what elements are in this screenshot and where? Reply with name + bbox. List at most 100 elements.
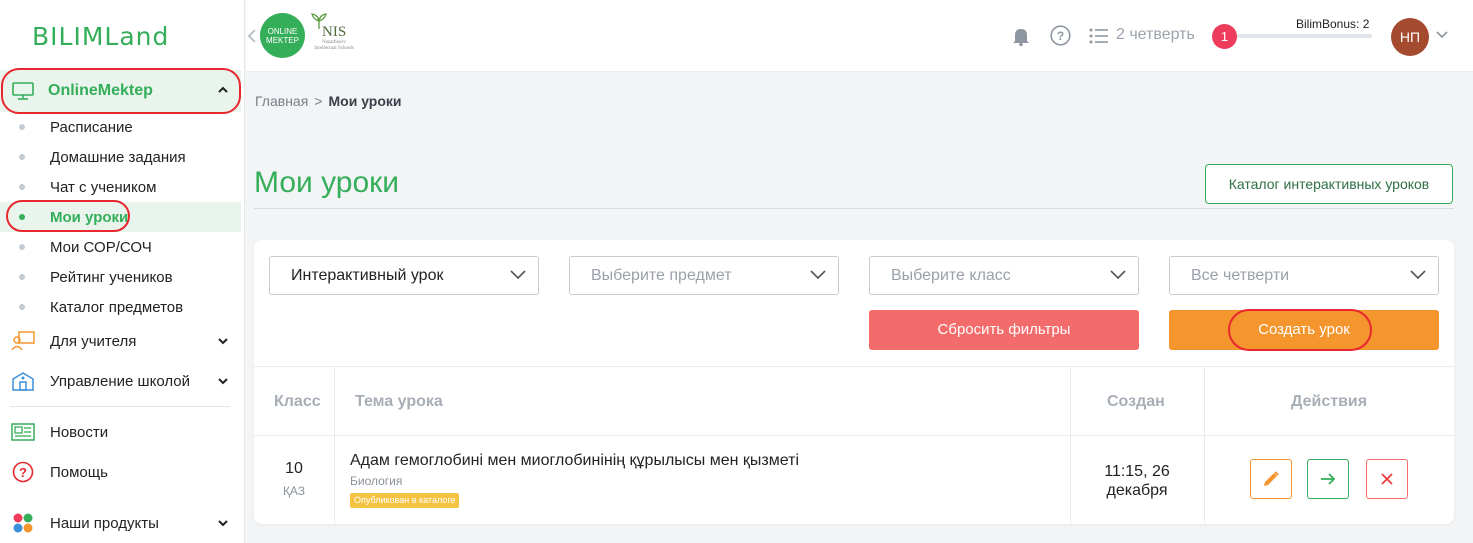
bullet-icon [19, 154, 25, 160]
reset-filters-button[interactable]: Сбросить фильтры [869, 310, 1139, 350]
sidebar-item-onlinemektep[interactable]: OnlineMektep [0, 70, 241, 112]
chevron-down-icon [218, 338, 228, 345]
avatar[interactable]: НП [1391, 18, 1429, 56]
edit-lesson-button[interactable] [1250, 459, 1292, 499]
create-lesson-button[interactable]: Создать урок [1169, 310, 1439, 350]
page-title: Мои уроки [254, 166, 400, 199]
row-created-date: декабря [1106, 482, 1168, 499]
svg-text:?: ? [1057, 29, 1064, 43]
interactive-lessons-catalog-button[interactable]: Каталог интерактивных уроков [1205, 164, 1453, 204]
help-circle-icon[interactable]: ? [1050, 25, 1071, 46]
list-icon[interactable] [1089, 28, 1109, 44]
quarter-select[interactable]: Все четверти [1169, 256, 1439, 295]
column-divider [1070, 366, 1071, 524]
pencil-icon [1264, 471, 1279, 486]
bullet-icon [19, 124, 25, 130]
sidebar-item-our-products[interactable]: Наши продукты [0, 506, 241, 540]
sidebar-item-label: Мои уроки [50, 208, 129, 226]
bullet-icon [19, 274, 25, 280]
sidebar-item-label: Наши продукты [50, 514, 159, 532]
chevron-up-icon [218, 86, 228, 93]
sidebar-item-label: Рейтинг учеников [50, 268, 173, 286]
nis-logo-text: NIS [322, 24, 347, 40]
lessons-card: Интерактивный урок Выберите предмет Выбе… [254, 240, 1454, 524]
row-created: 11:15, 26 декабря [1070, 462, 1204, 500]
chevron-down-icon [810, 270, 826, 280]
chevron-down-icon[interactable] [1436, 30, 1448, 40]
sidebar-item-label: Каталог предметов [50, 298, 184, 316]
row-topic[interactable]: Адам гемоглобині мен миоглобинінің құрыл… [350, 452, 799, 470]
row-language: ҚАЗ [282, 484, 306, 498]
sidebar-item-my-lessons[interactable]: Мои уроки [0, 202, 241, 232]
select-value: Интерактивный урок [291, 267, 444, 284]
sidebar-item-sor-soch[interactable]: Мои СОР/СОЧ [0, 232, 241, 262]
sidebar-item-news[interactable]: Новости [0, 415, 241, 449]
bullet-icon [19, 214, 25, 220]
sidebar-item-schedule[interactable]: Расписание [0, 112, 241, 142]
select-value: Все четверти [1191, 267, 1290, 284]
select-placeholder: Выберите предмет [591, 267, 732, 284]
sidebar-item-subject-catalog[interactable]: Каталог предметов [0, 292, 241, 322]
sidebar-item-label: Мои СОР/СОЧ [50, 238, 152, 256]
sidebar-item-label: Чат с учеником [50, 178, 157, 196]
chevron-down-icon [1410, 270, 1426, 280]
close-icon [1381, 473, 1393, 485]
column-header-created: Создан [1107, 393, 1165, 410]
nis-caption: Nazarbayev Intellectual Schools [314, 40, 354, 51]
sidebar-item-help[interactable]: ? Помощь [0, 455, 241, 489]
sidebar-item-label: Для учителя [50, 332, 137, 350]
chevron-down-icon [1110, 270, 1126, 280]
lesson-type-select[interactable]: Интерактивный урок [269, 256, 539, 295]
sidebar-item-label: Управление школой [50, 372, 190, 390]
title-divider [254, 208, 1454, 209]
chevron-down-icon [510, 270, 526, 280]
onlinemektep-logo[interactable]: ONLINE MEKTEP [260, 13, 305, 58]
school-icon [10, 370, 36, 392]
sidebar-item-student-chat[interactable]: Чат с учеником [0, 172, 241, 202]
sidebar-item-school-management[interactable]: Управление школой [0, 364, 241, 398]
sidebar-item-label: Расписание [50, 118, 133, 136]
breadcrumb-current: Мои уроки [328, 93, 402, 109]
breadcrumb: Главная > Мои уроки [255, 93, 402, 109]
sidebar-divider [10, 406, 230, 407]
delete-lesson-button[interactable] [1366, 459, 1408, 499]
sidebar-item-label: Домашние задания [50, 148, 186, 166]
products-icon [10, 512, 36, 534]
subject-select[interactable]: Выберите предмет [569, 256, 839, 295]
select-placeholder: Выберите класс [891, 267, 1011, 284]
sidebar-item-label: OnlineMektep [48, 82, 153, 99]
nis-logo: NIS Nazarbayev Intellectual Schools [308, 12, 354, 60]
chevron-down-icon [218, 378, 228, 385]
bell-icon[interactable] [1012, 26, 1030, 46]
bullet-icon [19, 304, 25, 310]
chevron-down-icon [218, 520, 228, 527]
row-created-time: 11:15, 26 [1104, 463, 1170, 480]
class-select[interactable]: Выберите класс [869, 256, 1139, 295]
open-lesson-button[interactable] [1307, 459, 1349, 499]
breadcrumb-home[interactable]: Главная [255, 93, 308, 109]
bilimbonus-label: BilimBonus: 2 [1296, 17, 1370, 31]
monitor-icon [12, 82, 34, 100]
table-header: Класс Тема урока Создан Действия [254, 366, 1454, 436]
top-header: ONLINE MEKTEP NIS Nazarbayev Intellectua… [246, 0, 1473, 72]
arrow-right-icon [1321, 473, 1336, 485]
quarter-selector[interactable]: 2 четверть [1116, 26, 1195, 44]
status-badge: Опубликован в каталоге [350, 493, 460, 508]
collapse-sidebar-icon[interactable] [246, 28, 258, 44]
svg-text:?: ? [19, 465, 27, 480]
bilimbonus-progress-bar [1236, 34, 1372, 38]
bullet-icon [19, 184, 25, 190]
news-icon [10, 421, 36, 443]
column-divider [1204, 366, 1205, 524]
column-divider [334, 366, 335, 524]
bullet-icon [19, 244, 25, 250]
teacher-icon [10, 330, 36, 352]
breadcrumb-separator: > [314, 93, 323, 109]
sidebar-item-student-rating[interactable]: Рейтинг учеников [0, 262, 241, 292]
sidebar-item-for-teacher[interactable]: Для учителя [0, 324, 241, 358]
sidebar-item-homework[interactable]: Домашние задания [0, 142, 241, 172]
sidebar-item-label: Помощь [50, 463, 108, 481]
sidebar: BILIMLand OnlineMektep Расписание Домашн… [0, 0, 245, 543]
bilimland-logo[interactable]: BILIMLand [32, 22, 169, 51]
sidebar-item-label: Новости [50, 423, 109, 441]
